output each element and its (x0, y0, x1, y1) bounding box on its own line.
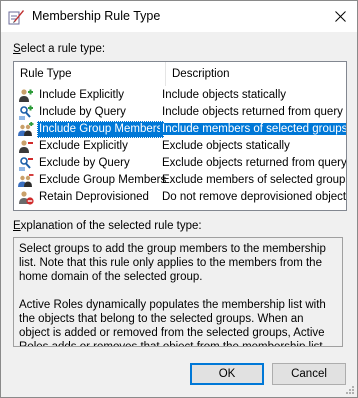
rule-type-list[interactable]: Rule Type Description Include Explicitly… (13, 61, 347, 211)
list-item[interactable]: Include by Query Include objects returned… (14, 104, 346, 121)
explanation-paragraph-2: Active Roles dynamically populates the m… (19, 299, 326, 347)
rule-type-description: Include objects statically (162, 89, 287, 101)
rule-type-name: Include Explicitly (39, 89, 125, 101)
rule-type-cell: Include Explicitly (18, 87, 166, 104)
rule-type-description: Include objects returned from query (162, 106, 343, 118)
description-cell: Include objects returned from query (160, 104, 345, 121)
rule-type-name: Include Group Members (37, 121, 165, 138)
rule-type-description: Exclude objects returned from query (162, 157, 347, 169)
list-item[interactable]: Include Group Members Include members of … (14, 121, 346, 138)
rule-type-cell: Include Group Members (18, 121, 166, 138)
close-icon (334, 10, 346, 22)
retain-deprovisioned-icon (18, 190, 34, 206)
rule-type-name: Exclude by Query (39, 157, 130, 169)
membership-rule-icon (8, 10, 24, 25)
exclude-explicitly-icon (18, 139, 34, 155)
title-bar: Membership Rule Type (1, 1, 357, 32)
description-cell: Exclude objects statically (160, 138, 292, 155)
include-group-members-icon (18, 121, 34, 138)
rule-type-cell: Exclude by Query (18, 155, 166, 172)
description-cell: Include members of selected groups (160, 121, 346, 138)
close-button[interactable] (329, 5, 351, 27)
rule-type-name: Include by Query (39, 106, 126, 118)
description-cell: Exclude objects returned from query (160, 155, 347, 172)
rule-type-name: Retain Deprovisioned (39, 191, 149, 203)
rule-type-description: Exclude members of selected groups (162, 174, 347, 186)
list-rows: Include Explicitly Include objects static… (14, 87, 346, 206)
explanation-label: Explanation of the selected rule type: (13, 220, 202, 232)
exclude-by-query-icon (18, 156, 34, 172)
rule-type-cell: Exclude Group Members (18, 172, 166, 189)
rule-type-name: Exclude Explicitly (39, 140, 128, 152)
description-cell: Do not remove deprovisioned objects (160, 189, 347, 206)
window-title: Membership Rule Type (32, 9, 161, 23)
ok-button[interactable]: OK (190, 363, 264, 385)
list-header: Rule Type Description (14, 62, 346, 86)
description-cell: Exclude members of selected groups (160, 172, 347, 189)
rule-type-cell: Exclude Explicitly (18, 138, 166, 155)
select-rule-type-label: Select a rule type: (13, 43, 106, 55)
rule-type-description: Include members of selected groups (160, 123, 346, 135)
include-explicitly-icon (18, 88, 34, 104)
column-header-description[interactable]: Description (166, 62, 346, 86)
cancel-button[interactable]: Cancel (272, 363, 346, 385)
exclude-group-members-icon (18, 173, 34, 189)
membership-rule-type-dialog: Membership Rule Type Select a rule type:… (0, 0, 358, 398)
description-cell: Include objects statically (160, 87, 288, 104)
include-by-query-icon (18, 105, 34, 121)
explanation-box: Select groups to add the group members t… (13, 237, 343, 347)
column-header-rule-type[interactable]: Rule Type (14, 62, 166, 86)
resize-grip-icon[interactable] (344, 384, 355, 395)
list-item[interactable]: Exclude Group Members Exclude members of … (14, 172, 346, 189)
list-item[interactable]: Exclude Explicitly Exclude objects static… (14, 138, 346, 155)
rule-type-name: Exclude Group Members (39, 174, 167, 186)
rule-type-cell: Include by Query (18, 104, 166, 121)
rule-type-description: Exclude objects statically (162, 140, 290, 152)
list-item[interactable]: Retain Deprovisioned Do not remove deprov… (14, 189, 346, 206)
explanation-paragraph-1: Select groups to add the group members t… (19, 243, 326, 283)
list-item[interactable]: Exclude by Query Exclude objects returned… (14, 155, 346, 172)
rule-type-description: Do not remove deprovisioned objects (162, 191, 347, 203)
rule-type-cell: Retain Deprovisioned (18, 189, 166, 206)
list-item[interactable]: Include Explicitly Include objects static… (14, 87, 346, 104)
